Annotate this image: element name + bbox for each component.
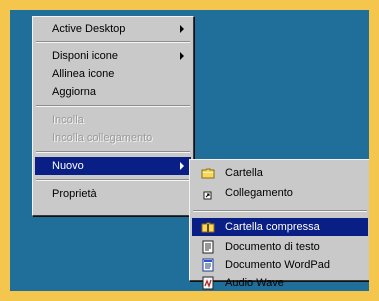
menu-separator xyxy=(36,151,190,153)
submenu-item-collegamento[interactable]: Collegamento xyxy=(192,184,368,202)
wordpad-document-icon xyxy=(202,258,214,272)
menu-item-label: Disponi icone xyxy=(52,50,119,62)
submenu-item-audio-wave[interactable]: Audio Wave xyxy=(192,274,368,291)
text-document-icon xyxy=(202,240,214,254)
submenu-arrow-icon xyxy=(180,52,184,60)
submenu-item-label: Cartella compressa xyxy=(225,221,320,233)
shortcut-icon xyxy=(203,191,212,200)
new-submenu: Cartella Collegamento Cartella compressa xyxy=(189,159,369,290)
audio-wave-icon xyxy=(202,276,214,290)
menu-item-proprieta[interactable]: Proprietà xyxy=(35,185,191,203)
menu-item-label: Nuovo xyxy=(52,160,84,172)
zip-folder-icon xyxy=(201,222,215,233)
menu-separator xyxy=(36,41,190,43)
submenu-arrow-icon xyxy=(180,25,184,33)
menu-item-label: Proprietà xyxy=(52,188,97,200)
submenu-item-label: Audio Wave xyxy=(225,277,284,289)
menu-item-active-desktop[interactable]: Active Desktop xyxy=(35,20,191,38)
submenu-item-documento-di-testo[interactable]: Documento di testo xyxy=(192,238,368,256)
menu-item-nuovo[interactable]: Nuovo xyxy=(35,157,191,175)
submenu-item-cartella-compressa[interactable]: Cartella compressa xyxy=(192,218,368,236)
submenu-item-label: Documento di testo xyxy=(225,241,320,253)
menu-item-label: Incolla collegamento xyxy=(52,132,153,144)
menu-item-allinea-icone[interactable]: Allinea icone xyxy=(35,65,191,83)
submenu-arrow-icon xyxy=(180,162,184,170)
menu-separator xyxy=(36,105,190,107)
menu-separator xyxy=(36,179,190,181)
desktop-context-menu: Active Desktop Disponi icone Allinea ico… xyxy=(32,16,194,216)
menu-item-label: Allinea icone xyxy=(52,68,115,80)
submenu-item-label: Collegamento xyxy=(225,187,293,199)
desktop-background[interactable]: Active Desktop Disponi icone Allinea ico… xyxy=(10,10,369,291)
submenu-item-cartella[interactable]: Cartella xyxy=(192,164,368,182)
menu-item-aggiorna[interactable]: Aggiorna xyxy=(35,83,191,101)
menu-item-label: Incolla xyxy=(52,114,84,126)
submenu-item-label: Documento WordPad xyxy=(225,259,330,271)
submenu-item-label: Cartella xyxy=(225,167,263,179)
menu-item-incolla: Incolla xyxy=(35,111,191,129)
submenu-item-documento-wordpad[interactable]: Documento WordPad xyxy=(192,256,368,274)
menu-item-disponi-icone[interactable]: Disponi icone xyxy=(35,47,191,65)
menu-item-label: Active Desktop xyxy=(52,23,126,35)
menu-item-incolla-collegamento: Incolla collegamento xyxy=(35,129,191,147)
menu-item-label: Aggiorna xyxy=(52,86,97,98)
folder-icon xyxy=(201,168,215,179)
image-frame: Active Desktop Disponi icone Allinea ico… xyxy=(0,0,379,301)
submenu-separator xyxy=(193,210,367,212)
